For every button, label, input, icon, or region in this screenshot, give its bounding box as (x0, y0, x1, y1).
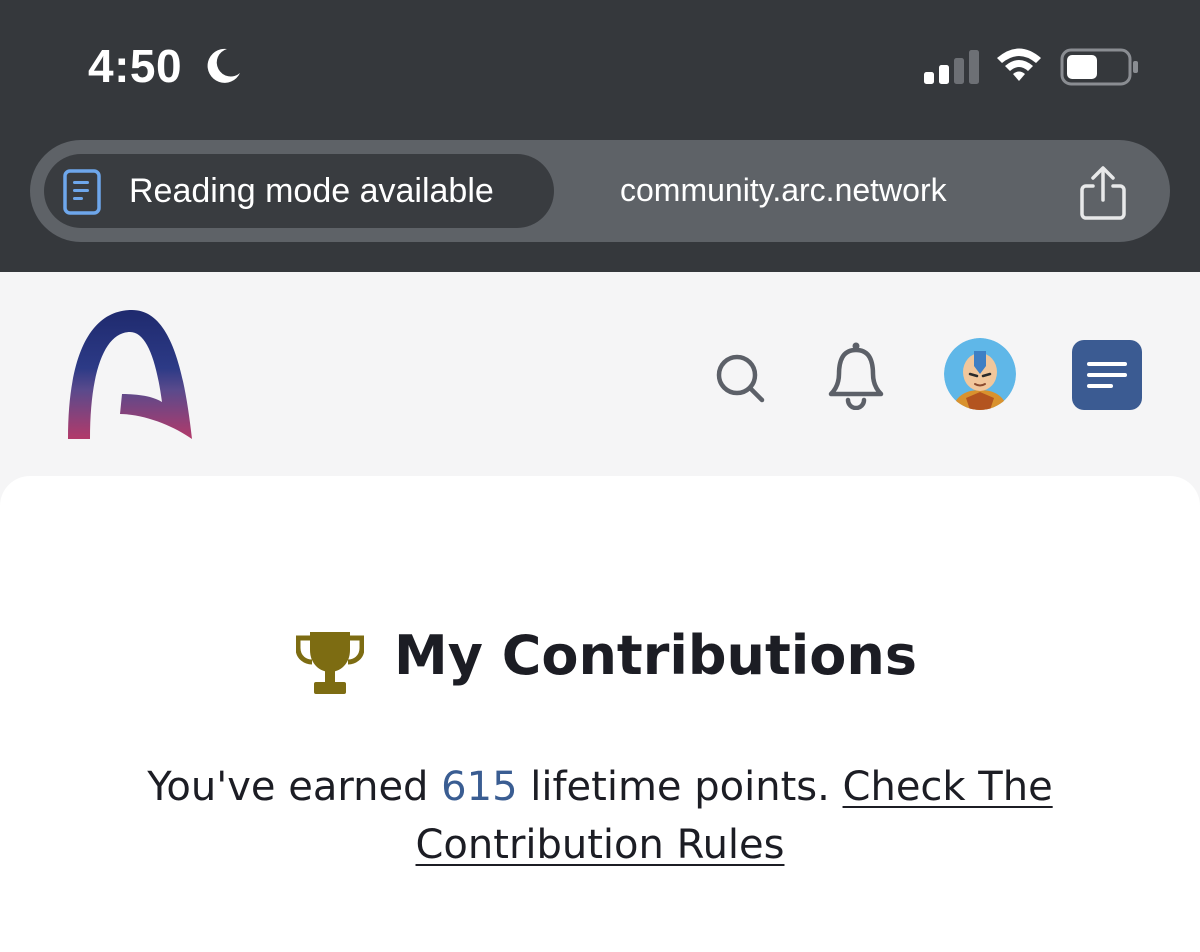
trophy-icon (296, 632, 364, 694)
status-time: 4:50 (88, 40, 183, 92)
search-icon[interactable] (712, 350, 768, 406)
points-suffix: lifetime points. (517, 764, 843, 810)
site-header (0, 272, 1200, 476)
address-bar[interactable]: Reading mode available community.arc.net… (30, 140, 1170, 242)
battery-icon (1060, 48, 1138, 86)
share-icon[interactable] (1076, 164, 1130, 222)
reading-mode-label: Reading mode available (129, 172, 494, 210)
points-value: 615 (441, 764, 518, 810)
browser-chrome: 4:50 Reading mode available community.ar… (0, 0, 1200, 272)
menu-button[interactable] (1072, 340, 1142, 410)
contributions-card: My Contributions You've earned 615 lifet… (0, 476, 1200, 952)
moon-icon (207, 48, 240, 83)
document-icon (63, 169, 101, 215)
page-title: My Contributions (394, 624, 917, 687)
arc-logo[interactable] (64, 308, 196, 442)
url-text[interactable]: community.arc.network (620, 140, 947, 242)
menu-icon (1087, 362, 1127, 388)
wifi-icon (997, 48, 1041, 81)
bell-icon[interactable] (826, 340, 886, 410)
avatar-image (944, 338, 1016, 410)
user-avatar[interactable] (944, 338, 1016, 410)
reading-mode-button[interactable]: Reading mode available (44, 154, 554, 228)
points-prefix: You've earned (147, 764, 442, 810)
points-summary: You've earned 615 lifetime points. Check… (60, 758, 1140, 874)
cellular-signal-icon (924, 50, 979, 84)
